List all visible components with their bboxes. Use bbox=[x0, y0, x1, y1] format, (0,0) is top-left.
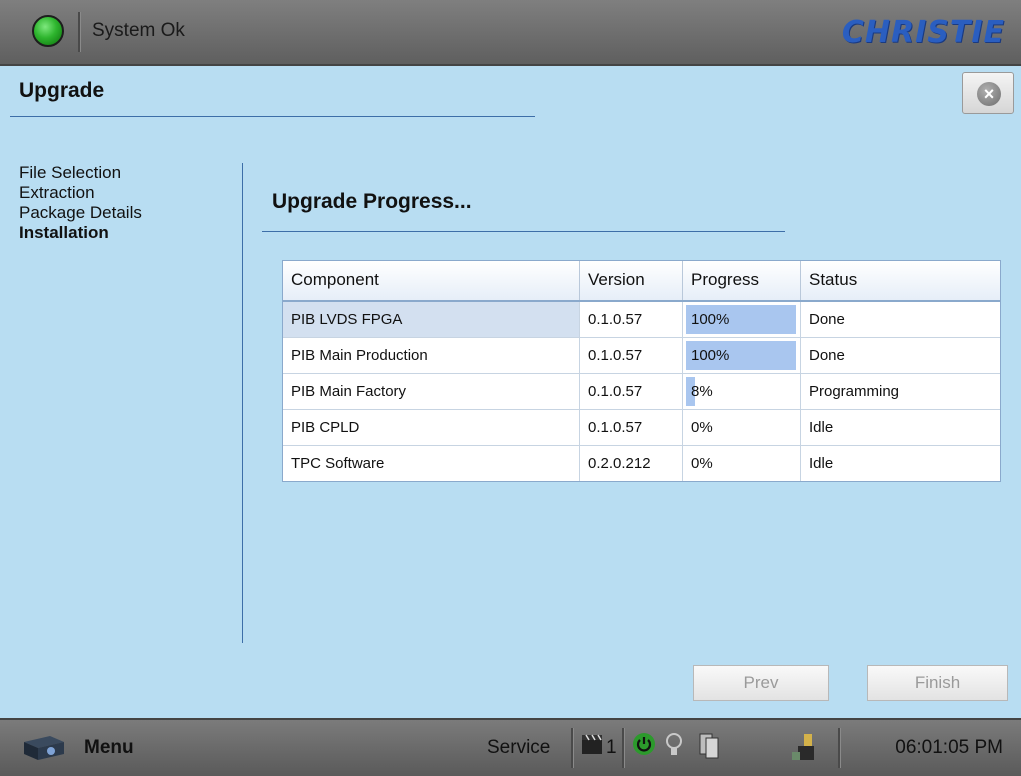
progress-cell: 100% bbox=[683, 302, 801, 337]
progress-text: 0% bbox=[691, 455, 713, 472]
projector-menu-icon[interactable] bbox=[20, 732, 68, 762]
step-extraction[interactable]: Extraction bbox=[19, 183, 142, 203]
section-title: Upgrade Progress... bbox=[272, 190, 472, 213]
divider bbox=[838, 728, 841, 768]
close-button[interactable]: × bbox=[962, 72, 1014, 114]
table-row[interactable]: TPC Software 0.2.0.212 0% Idle bbox=[283, 446, 1000, 481]
upgrade-progress-table: Component Version Progress Status PIB LV… bbox=[282, 260, 1001, 482]
step-installation[interactable]: Installation bbox=[19, 223, 142, 243]
system-status-text: System Ok bbox=[92, 20, 185, 41]
progress-cell: 100% bbox=[683, 338, 801, 373]
lamp-icon[interactable] bbox=[664, 732, 684, 758]
bottom-bar: Menu Service 1 06:01:05 PM bbox=[0, 718, 1021, 776]
table-row[interactable]: PIB Main Production 0.1.0.57 100% Done bbox=[283, 338, 1000, 374]
close-icon: × bbox=[977, 82, 1001, 106]
component-cell: PIB Main Factory bbox=[283, 374, 580, 409]
table-header: Component Version Progress Status bbox=[283, 261, 1000, 302]
column-header-component[interactable]: Component bbox=[283, 261, 580, 300]
table-row[interactable]: PIB LVDS FPGA 0.1.0.57 100% Done bbox=[283, 302, 1000, 338]
status-cell: Idle bbox=[809, 455, 834, 472]
top-status-bar: System Ok CHRISTIE bbox=[0, 0, 1021, 66]
status-cell: Idle bbox=[809, 419, 834, 436]
version-cell: 0.2.0.212 bbox=[580, 446, 683, 481]
component-cell: TPC Software bbox=[283, 446, 580, 481]
step-package-details[interactable]: Package Details bbox=[19, 203, 142, 223]
version-cell: 0.1.0.57 bbox=[580, 374, 683, 409]
service-mode-label[interactable]: Service bbox=[487, 737, 550, 759]
divider bbox=[78, 12, 81, 52]
power-icon[interactable] bbox=[632, 732, 656, 756]
component-cell: PIB CPLD bbox=[283, 410, 580, 445]
step-file-selection[interactable]: File Selection bbox=[19, 163, 142, 183]
divider bbox=[622, 728, 625, 768]
clapperboard-icon[interactable] bbox=[580, 732, 604, 756]
progress-text: 100% bbox=[691, 347, 730, 364]
progress-text: 8% bbox=[691, 383, 713, 400]
column-header-version[interactable]: Version bbox=[580, 261, 683, 300]
progress-cell: 8% bbox=[683, 374, 801, 409]
nav-divider bbox=[242, 163, 243, 643]
finish-button[interactable]: Finish bbox=[867, 665, 1008, 701]
component-cell: PIB LVDS FPGA bbox=[283, 302, 580, 337]
menu-button[interactable]: Menu bbox=[84, 737, 134, 759]
column-header-status[interactable]: Status bbox=[801, 261, 1000, 300]
version-cell: 0.1.0.57 bbox=[580, 410, 683, 445]
system-status-led-icon[interactable] bbox=[32, 15, 64, 47]
component-cell: PIB Main Production bbox=[283, 338, 580, 373]
page-title: Upgrade bbox=[19, 79, 105, 102]
clapperboard-count: 1 bbox=[606, 737, 617, 758]
table-row[interactable]: PIB Main Factory 0.1.0.57 8% Programming bbox=[283, 374, 1000, 410]
status-cell: Done bbox=[809, 347, 845, 364]
wizard-steps-nav: File Selection Extraction Package Detail… bbox=[19, 163, 142, 243]
server-connection-icon[interactable] bbox=[790, 732, 820, 762]
version-cell: 0.1.0.57 bbox=[580, 338, 683, 373]
column-header-progress[interactable]: Progress bbox=[683, 261, 801, 300]
clock: 06:01:05 PM bbox=[895, 737, 1003, 758]
title-divider bbox=[10, 116, 535, 117]
progress-cell: 0% bbox=[683, 410, 801, 445]
divider bbox=[571, 728, 574, 768]
brand-logo: CHRISTIE bbox=[841, 15, 1005, 50]
prev-button[interactable]: Prev bbox=[693, 665, 829, 701]
status-cell: Programming bbox=[809, 383, 900, 400]
input-source-icon[interactable] bbox=[694, 732, 724, 760]
progress-cell: 0% bbox=[683, 446, 801, 481]
version-cell: 0.1.0.57 bbox=[580, 302, 683, 337]
status-cell: Done bbox=[809, 311, 845, 328]
section-divider bbox=[262, 231, 785, 232]
progress-text: 0% bbox=[691, 419, 713, 436]
progress-text: 100% bbox=[691, 311, 730, 328]
table-row[interactable]: PIB CPLD 0.1.0.57 0% Idle bbox=[283, 410, 1000, 446]
